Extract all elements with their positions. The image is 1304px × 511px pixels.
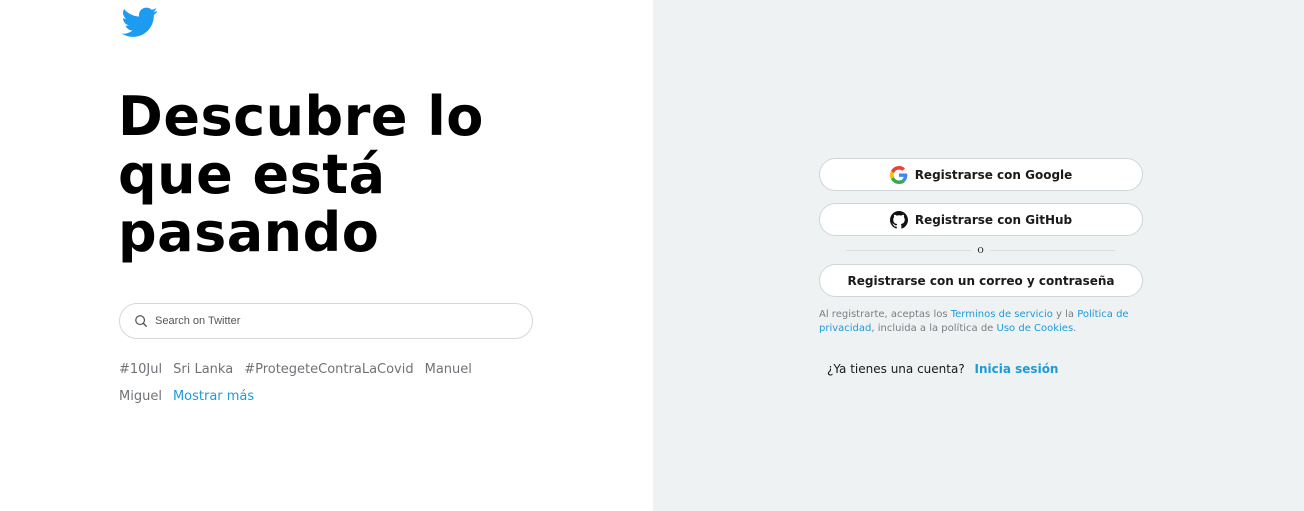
terms-text: . <box>1073 323 1077 334</box>
signup-email-button[interactable]: Registrarse con un correo y contraseña <box>819 264 1143 297</box>
signup-github-label: Registrarse con GitHub <box>914 212 1073 227</box>
headline-line: pasando <box>118 201 380 264</box>
twitter-logo-icon <box>121 7 158 37</box>
signup-email-label: Registrarse con un correo y contraseña <box>847 273 1115 288</box>
trend-link[interactable]: Manuel <box>425 356 472 383</box>
github-icon <box>889 210 908 229</box>
trends-list: #10Jul Sri Lanka #ProtegeteContraLaCovid Ma… <box>119 356 499 410</box>
trend-link[interactable]: #ProtegeteContraLaCovid <box>244 356 413 383</box>
or-divider: o <box>846 243 1115 257</box>
show-more-link[interactable]: Mostrar más <box>173 383 254 410</box>
divider-line <box>990 250 1115 251</box>
terms-text: , incluida a la política de <box>871 323 997 334</box>
login-prompt: ¿Ya tienes una cuenta? Inicia sesión <box>827 362 1058 376</box>
login-link[interactable]: Inicia sesión <box>975 362 1059 376</box>
cookies-policy-link[interactable]: Uso de Cookies <box>997 323 1074 334</box>
terms-text: y la <box>1052 309 1078 320</box>
headline-line: que está <box>118 143 386 206</box>
login-question: ¿Ya tienes una cuenta? <box>827 362 965 376</box>
trend-link[interactable]: Sri Lanka <box>173 356 233 383</box>
search-input[interactable] <box>155 315 515 327</box>
search-box[interactable] <box>119 303 533 339</box>
signup-google-label: Registrarse con Google <box>914 167 1073 182</box>
google-icon <box>889 165 908 184</box>
terms-of-service-link[interactable]: Terminos de servicio <box>951 309 1053 320</box>
left-panel: Descubre lo que está pasando #10Jul Sri L… <box>0 0 653 511</box>
search-icon <box>134 314 148 328</box>
signup-github-button[interactable]: Registrarse con GitHub <box>819 203 1143 236</box>
terms-notice: Al registrarte, aceptas los Terminos de … <box>819 308 1143 336</box>
trend-link[interactable]: #10Jul <box>119 356 162 383</box>
headline-line: Descubre lo <box>118 85 484 148</box>
trend-link[interactable]: Miguel <box>119 383 162 410</box>
signup-google-button[interactable]: Registrarse con Google <box>819 158 1143 191</box>
terms-text: Al registrarte, aceptas los <box>819 309 951 320</box>
page-headline: Descubre lo que está pasando <box>118 88 538 262</box>
